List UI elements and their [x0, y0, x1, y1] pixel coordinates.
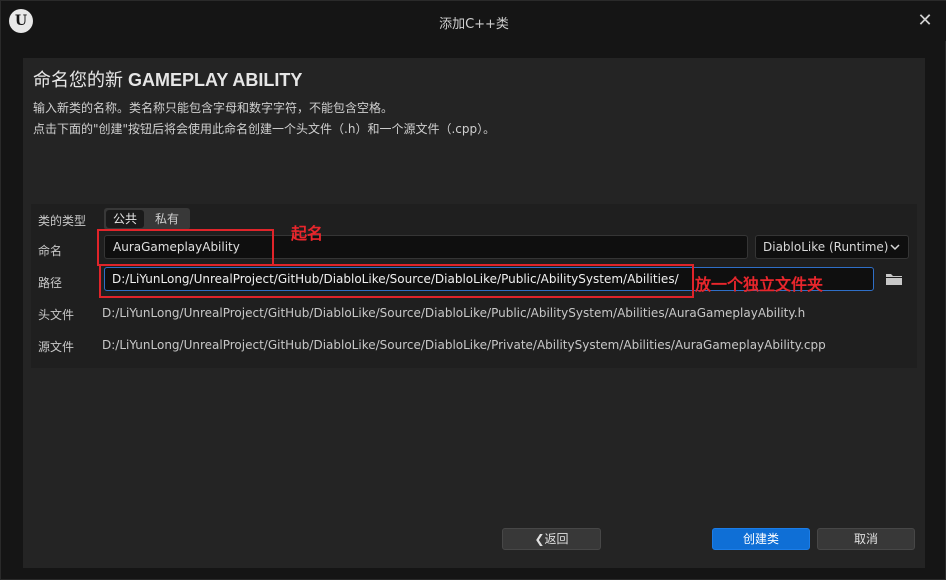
main-panel: 命名您的新 GAMEPLAY ABILITY 输入新类的名称。类名称只能包含字母…	[23, 58, 925, 568]
description-line-2: 点击下面的"创建"按钮后将会使用此命名创建一个头文件（.h）和一个源文件（.cp…	[33, 122, 496, 136]
heading-prefix: 命名您的新	[33, 70, 123, 91]
class-name-input[interactable]: AuraGameplayAbility	[104, 235, 748, 259]
folder-icon[interactable]	[885, 271, 903, 285]
page-title: 命名您的新 GAMEPLAY ABILITY	[33, 66, 302, 92]
cancel-button[interactable]: 取消	[817, 528, 915, 550]
module-dropdown[interactable]: DiabloLike (Runtime)	[755, 235, 909, 259]
create-class-button[interactable]: 创建类	[712, 528, 810, 550]
header-file-path: D:/LiYunLong/UnrealProject/GitHub/Diablo…	[102, 306, 806, 320]
name-annotation-text: 起名	[291, 224, 324, 243]
class-type-toggle: 公共 私有	[104, 208, 190, 230]
header-file-label: 头文件	[38, 308, 75, 322]
add-cpp-class-dialog: U 添加C++类 ✕ 命名您的新 GAMEPLAY ABILITY 输入新类的名…	[0, 0, 946, 580]
name-label: 命名	[38, 244, 63, 258]
back-button[interactable]: ❮返回	[502, 528, 601, 550]
window-title: 添加C++类	[439, 17, 509, 32]
path-annotation-text: 放一个独立文件夹	[695, 275, 824, 294]
title-bar: U 添加C++类 ✕	[1, 1, 946, 41]
class-type-label: 类的类型	[38, 214, 87, 228]
class-type-private[interactable]: 私有	[146, 208, 188, 230]
chevron-down-icon	[890, 236, 900, 266]
close-button[interactable]: ✕	[915, 11, 935, 31]
heading-class-name: GAMEPLAY ABILITY	[128, 70, 303, 90]
module-value: DiabloLike (Runtime)	[763, 240, 889, 254]
class-type-public[interactable]: 公共	[106, 210, 144, 228]
path-label: 路径	[38, 276, 63, 290]
close-icon: ✕	[917, 10, 933, 31]
description-line-1: 输入新类的名称。类名称只能包含字母和数字字符，不能包含空格。	[33, 101, 394, 115]
source-file-label: 源文件	[38, 340, 75, 354]
source-file-path: D:/LiYunLong/UnrealProject/GitHub/Diablo…	[102, 338, 826, 352]
